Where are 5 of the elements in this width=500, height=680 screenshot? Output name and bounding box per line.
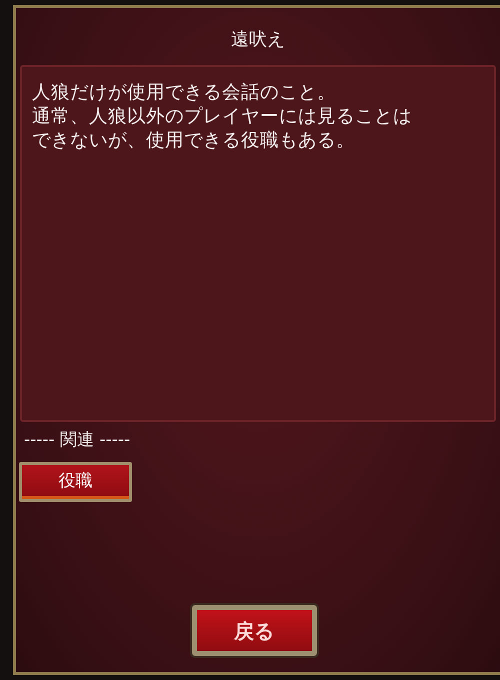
back-button[interactable]: 戻る — [192, 605, 316, 656]
description-text: 人狼だけが使用できる会話のこと。 通常、人狼以外のプレイヤーには見ることは できないが、使用できる役職もある。 — [32, 81, 413, 154]
related-heading: ----- 関連 ----- — [24, 430, 130, 450]
related-button[interactable]: 役職 — [19, 462, 132, 502]
dialog-title: 遠吠え — [230, 28, 286, 52]
